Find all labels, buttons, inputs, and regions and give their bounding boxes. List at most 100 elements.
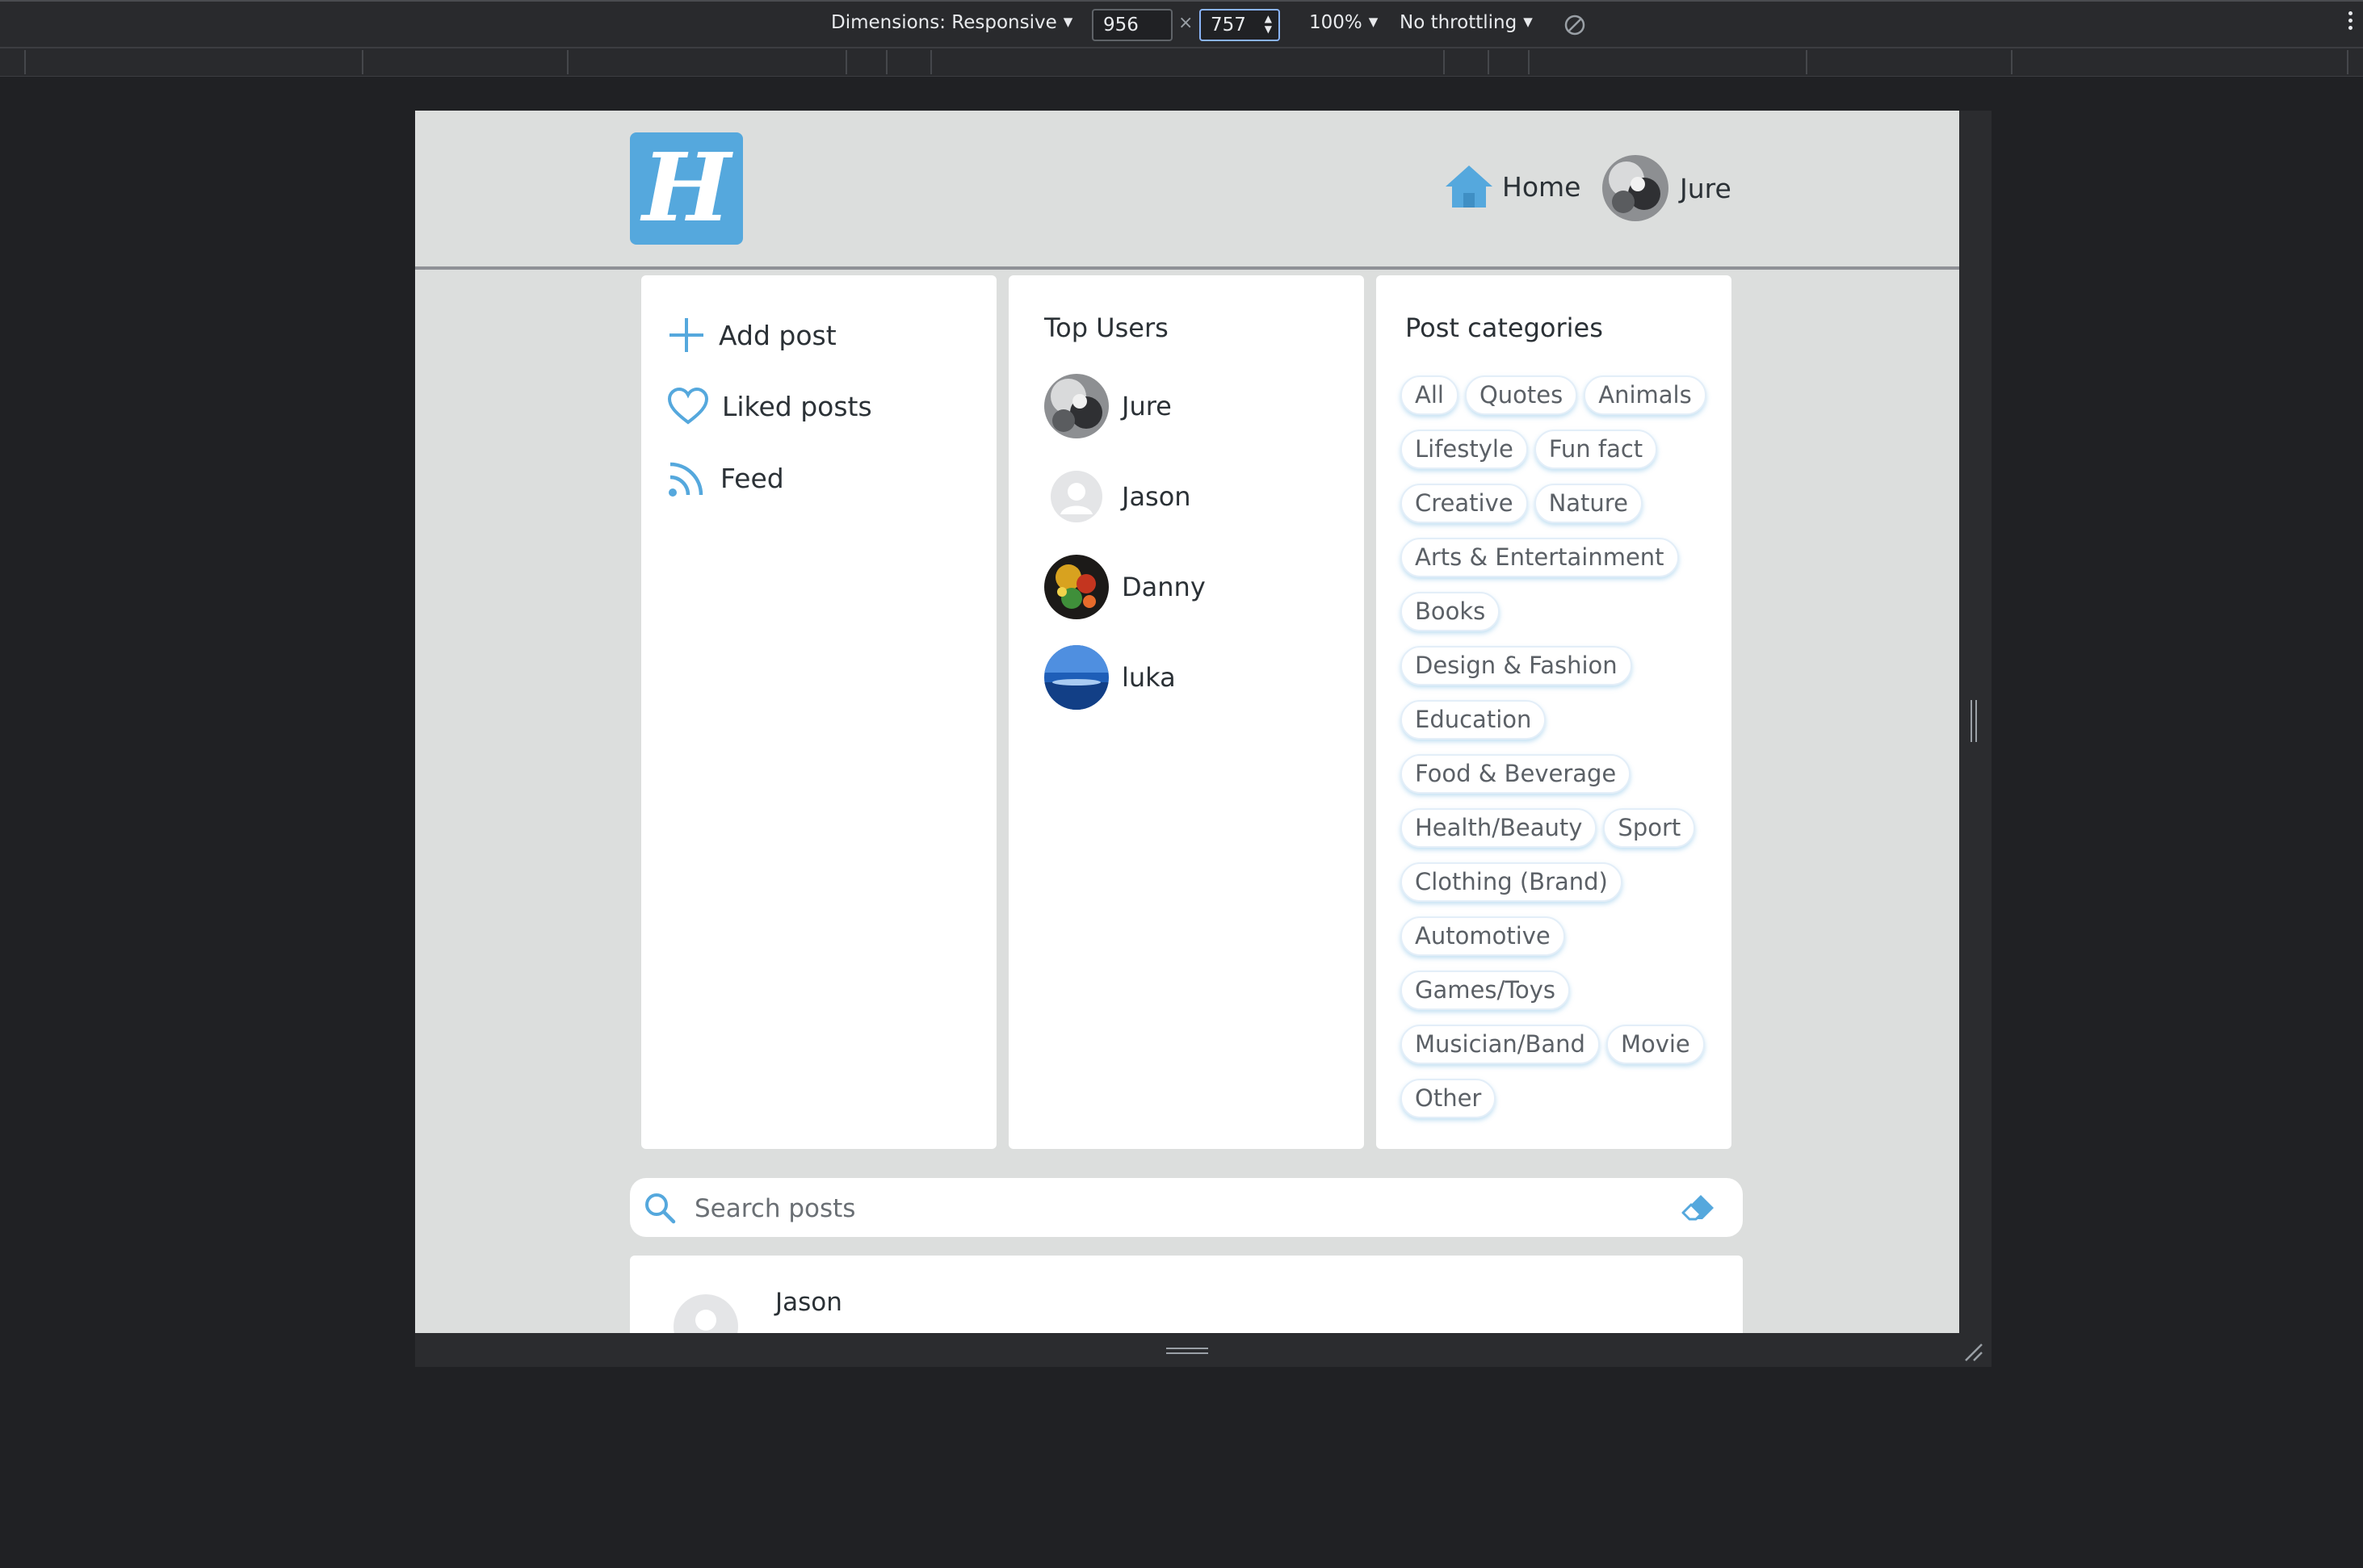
resize-handle-bottom[interactable] xyxy=(1166,1348,1208,1354)
media-query-ruler xyxy=(0,48,2363,77)
ruler-segment[interactable] xyxy=(1488,50,1489,74)
height-value: 757 xyxy=(1211,15,1246,36)
width-value: 956 xyxy=(1103,15,1139,36)
top-user-item[interactable]: Danny xyxy=(1044,555,1206,619)
category-tag-list: All Quotes Animals Lifestyle Fun fact Creativ… xyxy=(1400,375,1707,1133)
category-tag-row: Books xyxy=(1400,592,1707,631)
category-tag[interactable]: Fun fact xyxy=(1534,430,1658,469)
more-options-icon[interactable] xyxy=(2348,11,2353,33)
device-viewport: H Home Jure Add post Liked posts Feed To… xyxy=(415,111,1959,1333)
plus-icon xyxy=(669,318,703,352)
rotate-icon[interactable] xyxy=(1563,14,1586,36)
top-user-item[interactable]: Jason xyxy=(1044,464,1191,529)
height-input[interactable]: 757 ▲ ▼ xyxy=(1199,9,1280,41)
ruler-segment[interactable] xyxy=(930,50,932,74)
ruler-segment[interactable] xyxy=(24,50,26,74)
nav-user-name: Jure xyxy=(1680,172,1731,204)
resize-corner-icon[interactable] xyxy=(1962,1341,1983,1362)
ruler-segment[interactable] xyxy=(567,50,569,74)
top-user-item[interactable]: Jure xyxy=(1044,374,1172,438)
user-avatar xyxy=(1044,464,1109,529)
ruler-segment[interactable] xyxy=(2347,50,2348,74)
search-icon xyxy=(645,1193,676,1224)
width-input[interactable]: 956 xyxy=(1092,9,1173,41)
category-tag[interactable]: Food & Beverage xyxy=(1400,754,1631,794)
feed-link[interactable]: Feed xyxy=(667,458,784,498)
ruler-segment[interactable] xyxy=(846,50,847,74)
ruler-segment[interactable] xyxy=(1528,50,1530,74)
ruler-segment[interactable] xyxy=(2011,50,2013,74)
sidebar-menu-card: Add post Liked posts Feed xyxy=(641,275,997,1149)
category-tag[interactable]: Quotes xyxy=(1464,375,1578,415)
category-tag[interactable]: Creative xyxy=(1400,484,1528,523)
rss-icon xyxy=(669,462,703,497)
throttling-label: No throttling xyxy=(1400,12,1517,33)
category-tag[interactable]: Musician/Band xyxy=(1400,1025,1600,1064)
search-input[interactable] xyxy=(693,1184,1633,1232)
category-tag[interactable]: Clothing (Brand) xyxy=(1400,862,1622,902)
liked-posts-label: Liked posts xyxy=(722,390,872,422)
category-tag[interactable]: Design & Fashion xyxy=(1400,646,1632,685)
eraser-icon[interactable] xyxy=(1680,1192,1715,1224)
caret-down-icon: ▼ xyxy=(1523,15,1533,29)
zoom-dropdown[interactable]: 100% ▼ xyxy=(1309,12,1378,33)
ruler-segment[interactable] xyxy=(1806,50,1807,74)
zoom-label: 100% xyxy=(1309,12,1362,33)
category-tag[interactable]: Automotive xyxy=(1400,916,1565,956)
post-categories-title: Post categories xyxy=(1405,312,1603,343)
dimensions-dropdown[interactable]: Dimensions: Responsive ▼ xyxy=(831,12,1072,33)
liked-posts-link[interactable]: Liked posts xyxy=(667,387,872,426)
category-tag[interactable]: Nature xyxy=(1534,484,1643,523)
category-tag[interactable]: Movie xyxy=(1605,1025,1705,1064)
post-author-name: Jason xyxy=(775,1288,842,1317)
category-tag[interactable]: Books xyxy=(1400,592,1500,631)
top-user-name: Jason xyxy=(1122,481,1191,512)
spinner-icon[interactable]: ▲ ▼ xyxy=(1265,14,1272,35)
category-tag-row: Creative Nature xyxy=(1400,484,1707,523)
top-users-card: Top Users Jure Jason Danny luka xyxy=(1009,275,1364,1149)
user-avatar xyxy=(674,1294,738,1333)
category-tag[interactable]: Education xyxy=(1400,700,1547,740)
category-tag[interactable]: Arts & Entertainment xyxy=(1400,538,1679,577)
search-bar xyxy=(630,1178,1743,1237)
site-logo[interactable]: H xyxy=(630,132,743,245)
top-user-item[interactable]: luka xyxy=(1044,645,1176,710)
user-avatar xyxy=(1044,374,1109,438)
feed-label: Feed xyxy=(720,462,784,494)
top-user-name: Jure xyxy=(1122,391,1172,421)
ruler-segment[interactable] xyxy=(886,50,888,74)
resize-handle-right[interactable] xyxy=(1971,700,1977,742)
add-post-label: Add post xyxy=(719,319,837,351)
user-avatar xyxy=(1044,645,1109,710)
heart-icon xyxy=(667,387,709,425)
ruler-segment[interactable] xyxy=(362,50,363,74)
user-avatar xyxy=(1602,155,1668,221)
category-tag-row: Education xyxy=(1400,700,1707,740)
home-icon xyxy=(1446,166,1492,208)
category-tag[interactable]: Animals xyxy=(1584,375,1706,415)
category-tag-row: Clothing (Brand) xyxy=(1400,862,1707,902)
viewport-right-resize-bar xyxy=(1959,111,1992,1333)
category-tag[interactable]: Sport xyxy=(1603,808,1696,848)
nav-home-label: Home xyxy=(1502,170,1581,203)
category-tag[interactable]: Health/Beauty xyxy=(1400,808,1597,848)
ruler-segment[interactable] xyxy=(1443,50,1445,74)
category-tag-row: Health/Beauty Sport xyxy=(1400,808,1707,848)
devtools-device-toolbar: Dimensions: Responsive ▼ 956 × 757 ▲ ▼ 100… xyxy=(0,0,2363,48)
caret-down-icon: ▼ xyxy=(1368,15,1379,29)
category-tag[interactable]: Lifestyle xyxy=(1400,430,1528,469)
times-sign: × xyxy=(1178,13,1194,33)
nav-home-link[interactable]: Home xyxy=(1444,162,1580,211)
post-card: Jason xyxy=(630,1256,1743,1333)
add-post-link[interactable]: Add post xyxy=(667,316,837,354)
category-tag[interactable]: All xyxy=(1400,375,1459,415)
category-tag-row: All Quotes Animals xyxy=(1400,375,1707,415)
post-categories-card: Post categories All Quotes Animals Lifestyl… xyxy=(1376,275,1731,1149)
category-tag[interactable]: Games/Toys xyxy=(1400,971,1571,1010)
category-tag[interactable]: Other xyxy=(1400,1079,1496,1118)
top-users-title: Top Users xyxy=(1044,312,1169,343)
nav-profile-link[interactable]: Jure xyxy=(1602,155,1731,221)
top-user-name: Danny xyxy=(1122,572,1206,602)
throttling-dropdown[interactable]: No throttling ▼ xyxy=(1400,12,1533,33)
site-header: H Home Jure xyxy=(415,111,1959,270)
